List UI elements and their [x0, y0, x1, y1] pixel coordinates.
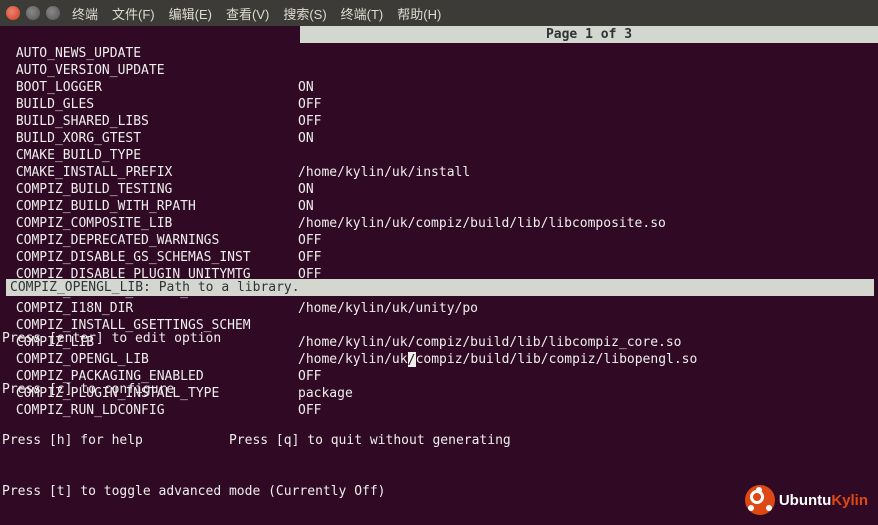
- option-key: COMPIZ_COMPOSITE_LIB: [8, 215, 298, 232]
- option-value: OFF: [298, 96, 870, 113]
- option-description: COMPIZ_OPENGL_LIB: Path to a library.: [6, 279, 874, 296]
- option-key: AUTO_NEWS_UPDATE: [8, 45, 298, 62]
- window-titlebar: 终端 文件(F) 编辑(E) 查看(V) 搜索(S) 终端(T) 帮助(H): [0, 0, 878, 26]
- page-indicator: Page 1 of 3: [300, 26, 878, 43]
- option-row[interactable]: COMPIZ_COMPOSITE_LIB/home/kylin/uk/compi…: [8, 215, 870, 232]
- option-key: CMAKE_BUILD_TYPE: [8, 147, 298, 164]
- help-line: Press [h] for help Press [q] to quit wit…: [2, 432, 878, 449]
- option-key: CMAKE_INSTALL_PREFIX: [8, 164, 298, 181]
- option-key: BUILD_GLES: [8, 96, 298, 113]
- menu-edit[interactable]: 编辑(E): [169, 4, 212, 23]
- option-key: COMPIZ_BUILD_WITH_RPATH: [8, 198, 298, 215]
- option-key: AUTO_VERSION_UPDATE: [8, 62, 298, 79]
- option-row[interactable]: COMPIZ_BUILD_TESTINGON: [8, 181, 870, 198]
- option-value: [298, 45, 870, 62]
- menu-view[interactable]: 查看(V): [226, 4, 269, 23]
- help-line: Press [c] to configure: [2, 381, 878, 398]
- ubuntu-icon: [745, 485, 775, 515]
- option-row[interactable]: CMAKE_BUILD_TYPE: [8, 147, 870, 164]
- menu-file[interactable]: 文件(F): [112, 4, 155, 23]
- help-line: Press [enter] to edit option: [2, 330, 878, 347]
- option-value: /home/kylin/uk/compiz/build/lib/libcompo…: [298, 215, 870, 232]
- menu-search[interactable]: 搜索(S): [283, 4, 326, 23]
- minimize-icon[interactable]: [26, 6, 40, 20]
- menubar: 终端 文件(F) 编辑(E) 查看(V) 搜索(S) 终端(T) 帮助(H): [72, 4, 441, 23]
- menu-app: 终端: [72, 4, 98, 23]
- option-value: [298, 62, 870, 79]
- option-row[interactable]: CMAKE_INSTALL_PREFIX/home/kylin/uk/insta…: [8, 164, 870, 181]
- option-value: ON: [298, 181, 870, 198]
- window-controls: [6, 6, 60, 20]
- option-row[interactable]: BUILD_XORG_GTESTON: [8, 130, 870, 147]
- option-row[interactable]: AUTO_VERSION_UPDATE: [8, 62, 870, 79]
- menu-terminal[interactable]: 终端(T): [341, 4, 384, 23]
- close-icon[interactable]: [6, 6, 20, 20]
- option-row[interactable]: BUILD_GLESOFF: [8, 96, 870, 113]
- option-value: ON: [298, 198, 870, 215]
- option-key: BUILD_XORG_GTEST: [8, 130, 298, 147]
- option-row[interactable]: BUILD_SHARED_LIBSOFF: [8, 113, 870, 130]
- maximize-icon[interactable]: [46, 6, 60, 20]
- ubuntukylin-logo: UbuntuKylin: [745, 485, 868, 515]
- logo-text: UbuntuKylin: [779, 492, 868, 509]
- option-row[interactable]: BOOT_LOGGERON: [8, 79, 870, 96]
- option-value: ON: [298, 130, 870, 147]
- help-panel: COMPIZ_OPENGL_LIB: Path to a library. Pr…: [2, 245, 878, 517]
- option-row[interactable]: COMPIZ_BUILD_WITH_RPATHON: [8, 198, 870, 215]
- option-value: /home/kylin/uk/install: [298, 164, 870, 181]
- option-key: BUILD_SHARED_LIBS: [8, 113, 298, 130]
- option-value: OFF: [298, 113, 870, 130]
- option-row[interactable]: AUTO_NEWS_UPDATE: [8, 45, 870, 62]
- menu-help[interactable]: 帮助(H): [397, 4, 441, 23]
- option-value: ON: [298, 79, 870, 96]
- option-value: [298, 147, 870, 164]
- option-key: BOOT_LOGGER: [8, 79, 298, 96]
- option-key: COMPIZ_BUILD_TESTING: [8, 181, 298, 198]
